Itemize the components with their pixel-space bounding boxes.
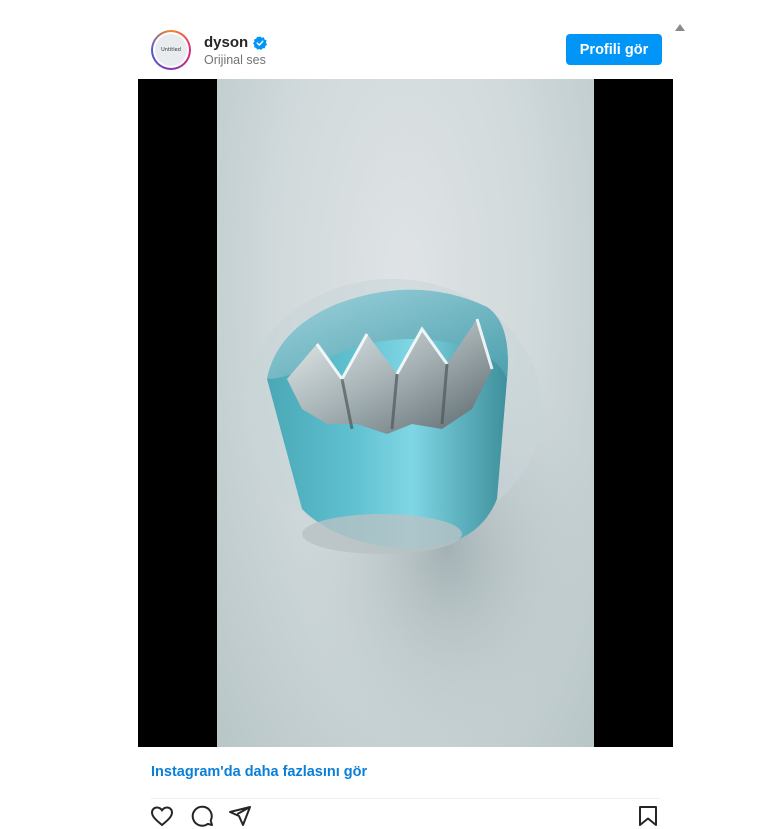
post-header: Untitled dyson Orijinal ses Profili gör [138, 20, 673, 79]
username[interactable]: dyson [204, 34, 248, 51]
share-icon[interactable] [228, 804, 252, 828]
avatar-image: Untitled [155, 34, 187, 66]
username-row: dyson [204, 34, 268, 51]
audio-subtitle[interactable]: Orijinal ses [204, 53, 266, 67]
scroll-up-arrow-icon[interactable] [675, 24, 685, 31]
action-bar [138, 800, 673, 829]
divider [151, 798, 660, 799]
view-more-on-instagram-link[interactable]: Instagram'da daha fazlasını gör [151, 764, 367, 780]
heart-icon[interactable] [150, 804, 174, 828]
instagram-embed-card: Untitled dyson Orijinal ses Profili gör [138, 20, 673, 827]
verified-badge-icon [253, 35, 268, 50]
video-frame [217, 79, 594, 747]
comment-icon[interactable] [190, 804, 214, 828]
video-player[interactable] [138, 79, 673, 747]
avatar[interactable]: Untitled [151, 30, 191, 70]
avatar-inner: Untitled [153, 32, 189, 68]
bookmark-icon[interactable] [636, 804, 660, 828]
product-image [242, 279, 594, 747]
avatar-text: Untitled [161, 47, 181, 53]
scrollbar[interactable] [673, 20, 688, 809]
view-profile-button[interactable]: Profili gör [566, 34, 662, 65]
